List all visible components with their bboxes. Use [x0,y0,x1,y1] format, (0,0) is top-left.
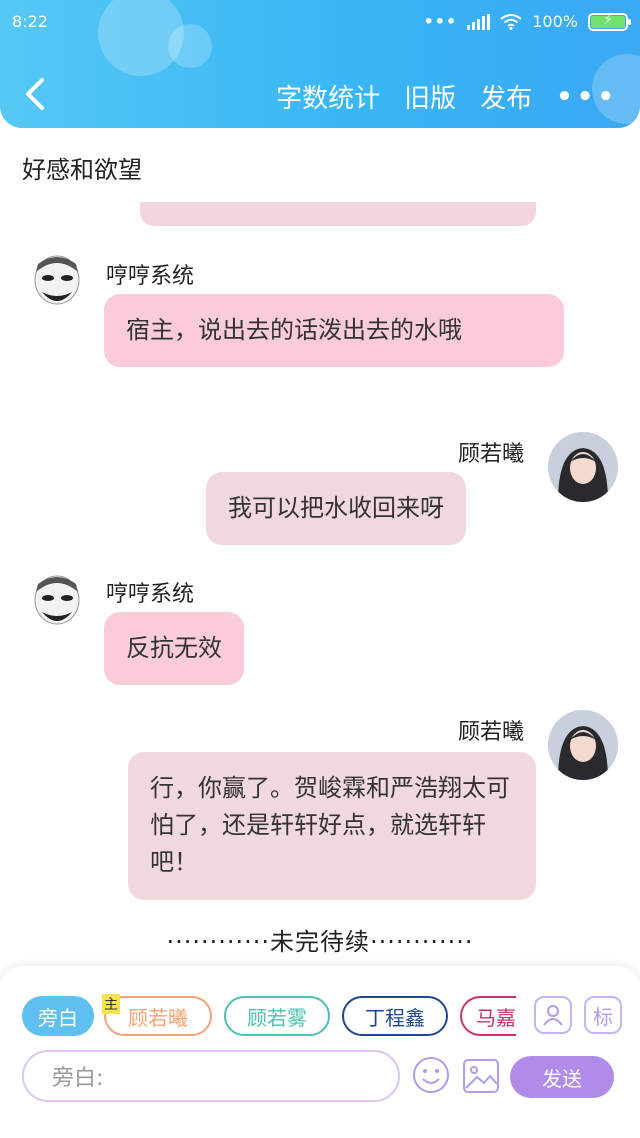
sender-name: 哼哼系统 [106,582,195,607]
meme-face-icon [34,575,80,625]
old-version-button[interactable]: 旧版 [404,78,456,115]
role-chip-gu-ruowu[interactable]: 顾若雾 [224,996,330,1036]
message-bubble-partial [140,202,536,226]
app-header: 8:22 ••• 100% ⚡ 字数统计 旧版 发布 ••• [0,0,640,128]
avatar[interactable] [22,252,92,322]
main-role-marker: 主 [102,994,120,1014]
network-dots-icon: ••• [423,12,458,31]
avatar[interactable] [548,432,618,502]
role-chip-ding-chengxin[interactable]: 丁程鑫 [342,996,448,1036]
chapter-title: 好感和欲望 [22,156,142,184]
tag-button[interactable]: 标 [584,996,622,1034]
message-bubble: 行，你赢了。贺峻霖和严浩翔太可怕了，还是轩轩好点，就选轩轩吧！ [128,752,536,900]
avatar[interactable] [548,710,618,780]
sender-name: 哼哼系统 [106,264,195,289]
publish-button[interactable]: 发布 [480,78,532,115]
meme-face-icon [34,255,80,305]
nav-actions: 字数统计 旧版 发布 ••• [276,78,618,115]
sender-name: 顾若曦 [458,442,525,467]
word-count-button[interactable]: 字数统计 [276,78,380,115]
message-bubble: 宿主，说出去的话泼出去的水哦 [104,294,564,368]
avatar[interactable] [22,572,92,642]
emoji-icon[interactable] [412,1056,450,1094]
status-indicators: ••• 100% ⚡ [423,11,631,31]
role-chip-narration[interactable]: 旁白 [22,996,94,1036]
sender-name: 顾若曦 [458,720,525,745]
add-role-button[interactable] [534,996,572,1034]
charging-icon: ⚡ [603,11,613,28]
image-icon[interactable] [462,1058,500,1094]
more-icon[interactable]: ••• [556,82,618,112]
to-be-continued-text: ············未完待续············ [166,928,474,956]
wifi-icon [500,13,522,30]
role-chip-ma-jia[interactable]: 马嘉 [460,996,516,1036]
send-button[interactable]: 发送 [510,1056,614,1098]
message-bubble: 反抗无效 [104,612,244,686]
message-bubble: 我可以把水收回来呀 [206,472,466,546]
role-chip-gu-ruoxi[interactable]: 顾若曦 [104,996,212,1036]
battery-icon: ⚡ [588,11,631,31]
user-avatar-icon [548,710,618,780]
signal-icon [467,13,491,30]
status-bar: 8:22 ••• 100% ⚡ [0,0,640,44]
message-input[interactable]: 旁白: [22,1050,400,1102]
status-time: 8:22 [12,12,48,31]
person-icon [543,1005,563,1026]
back-arrow-icon[interactable] [22,76,48,112]
user-avatar-icon [548,432,618,502]
battery-percent: 100% [532,12,578,31]
